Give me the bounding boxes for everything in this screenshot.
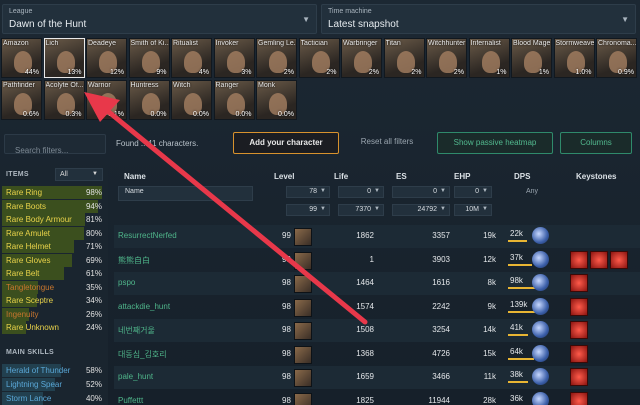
annotation-arrow [84, 92, 368, 325]
arrow-shaft [101, 105, 368, 325]
poe-ninja-builds-page: League Dawn of the Hunt ▼ Time machine L… [0, 0, 640, 405]
